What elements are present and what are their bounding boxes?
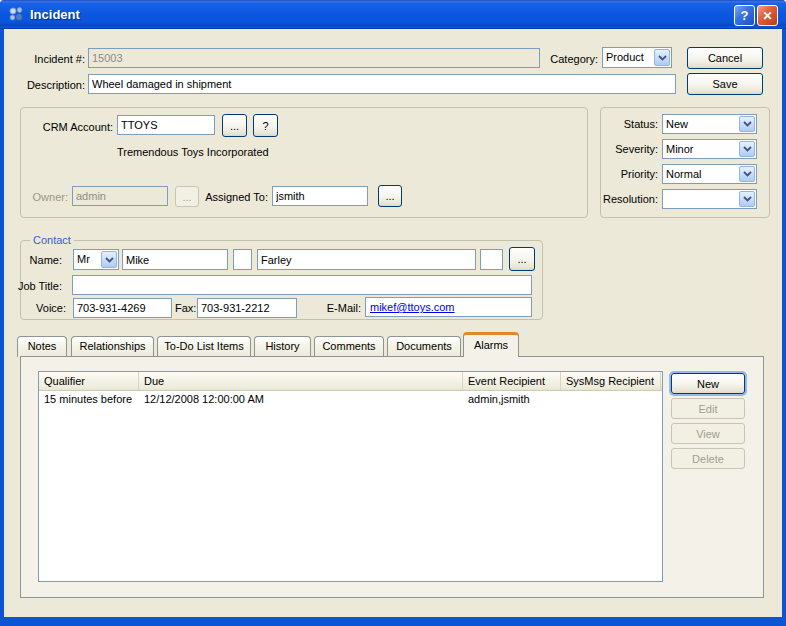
incident-number-field [88,48,540,68]
tab-alarms[interactable]: Alarms [463,332,519,357]
incident-number-label: Incident #: [10,53,85,65]
voice-label: Voice: [20,302,66,314]
owner-browse-button: ... [175,186,199,207]
priority-select[interactable]: Normal [662,164,757,184]
salutation-value: Mr [74,250,100,269]
chevron-down-icon [739,116,755,132]
column-header-event-recipient[interactable]: Event Recipient [463,372,561,390]
tab-relationships[interactable]: Relationships [71,336,154,357]
cancel-button[interactable]: Cancel [687,47,763,69]
job-title-input[interactable] [72,275,532,295]
delete-button: Delete [671,448,745,469]
email-field: mikef@ttoys.com [365,297,532,317]
tab-documents[interactable]: Documents [387,336,461,357]
alarms-table: Qualifier Due Event Recipient SysMsg Rec… [38,371,663,582]
close-icon: ✕ [762,9,772,23]
save-button[interactable]: Save [687,73,763,95]
fax-label: Fax: [175,302,196,314]
table-row[interactable]: 15 minutes before 12/12/2008 12:00:00 AM… [39,391,662,408]
description-label: Description: [10,79,85,91]
owner-label: Owner: [20,191,68,203]
tab-comments[interactable]: Comments [314,336,384,357]
new-button[interactable]: New [671,373,745,394]
help-button[interactable]: ? [734,5,755,26]
chevron-down-icon [101,251,117,268]
category-label: Category: [538,53,598,65]
status-label: Status: [596,118,658,130]
owner-field [72,186,168,206]
help-icon: ? [741,8,749,23]
column-header-qualifier[interactable]: Qualifier [39,372,139,390]
status-value: New [663,115,738,133]
app-icon [8,6,25,23]
contact-browse-button[interactable]: ... [509,247,535,271]
tab-notes[interactable]: Notes [17,336,67,357]
voice-input[interactable] [73,298,172,318]
priority-value: Normal [663,165,738,183]
column-header-due[interactable]: Due [139,372,463,390]
cell-qualifier: 15 minutes before [39,391,139,408]
crm-account-label: CRM Account: [18,121,113,133]
suffix-input[interactable] [480,249,503,270]
chevron-down-icon [654,49,670,66]
cell-event-recipient: admin,jsmith [463,391,561,408]
fax-input[interactable] [197,298,297,318]
column-header-sysmsg-recipient[interactable]: SysMsg Recipient [561,372,661,390]
contact-name-label: Name: [12,254,62,266]
severity-select[interactable]: Minor [662,139,757,159]
severity-label: Severity: [596,143,658,155]
chevron-down-icon [739,191,755,207]
assigned-to-input[interactable] [272,186,368,206]
chevron-down-icon [739,166,755,182]
priority-label: Priority: [596,168,658,180]
view-button: View [671,423,745,444]
assigned-browse-button[interactable]: ... [378,185,402,207]
alarms-table-header: Qualifier Due Event Recipient SysMsg Rec… [39,372,662,391]
close-button[interactable]: ✕ [757,5,778,26]
status-select[interactable]: New [662,114,757,134]
description-input[interactable] [88,74,676,94]
middle-initial-input[interactable] [233,249,252,270]
title-bar: Incident [0,0,786,29]
first-name-input[interactable] [122,249,228,270]
category-select[interactable]: Product [602,47,672,68]
resolution-select[interactable] [662,189,757,209]
crm-account-input[interactable] [117,115,215,135]
job-title-label: Job Title: [12,280,62,292]
account-name-text: Tremendous Toys Incorporated [117,146,269,158]
last-name-input[interactable] [257,249,476,270]
email-label: E-Mail: [316,302,361,314]
tab-todo-list-items[interactable]: To-Do List Items [157,336,251,357]
chevron-down-icon [739,141,755,157]
window-title: Incident [30,7,80,22]
category-value: Product [603,48,653,67]
incident-dialog: Incident ? ✕ Incident #: Category: Produ… [0,0,786,626]
crm-browse-button[interactable]: ... [222,114,247,137]
resolution-label: Resolution: [596,193,658,205]
cell-sysmsg-recipient [561,391,661,408]
severity-value: Minor [663,140,738,158]
email-link[interactable]: mikef@ttoys.com [370,301,455,313]
edit-button: Edit [671,398,745,419]
assigned-to-label: Assigned To: [198,191,268,203]
resolution-value [663,190,738,208]
cell-due: 12/12/2008 12:00:00 AM [139,391,463,408]
crm-help-button[interactable]: ? [253,114,278,137]
tab-history[interactable]: History [254,336,311,357]
salutation-select[interactable]: Mr [73,249,119,270]
contact-legend: Contact [30,234,74,246]
